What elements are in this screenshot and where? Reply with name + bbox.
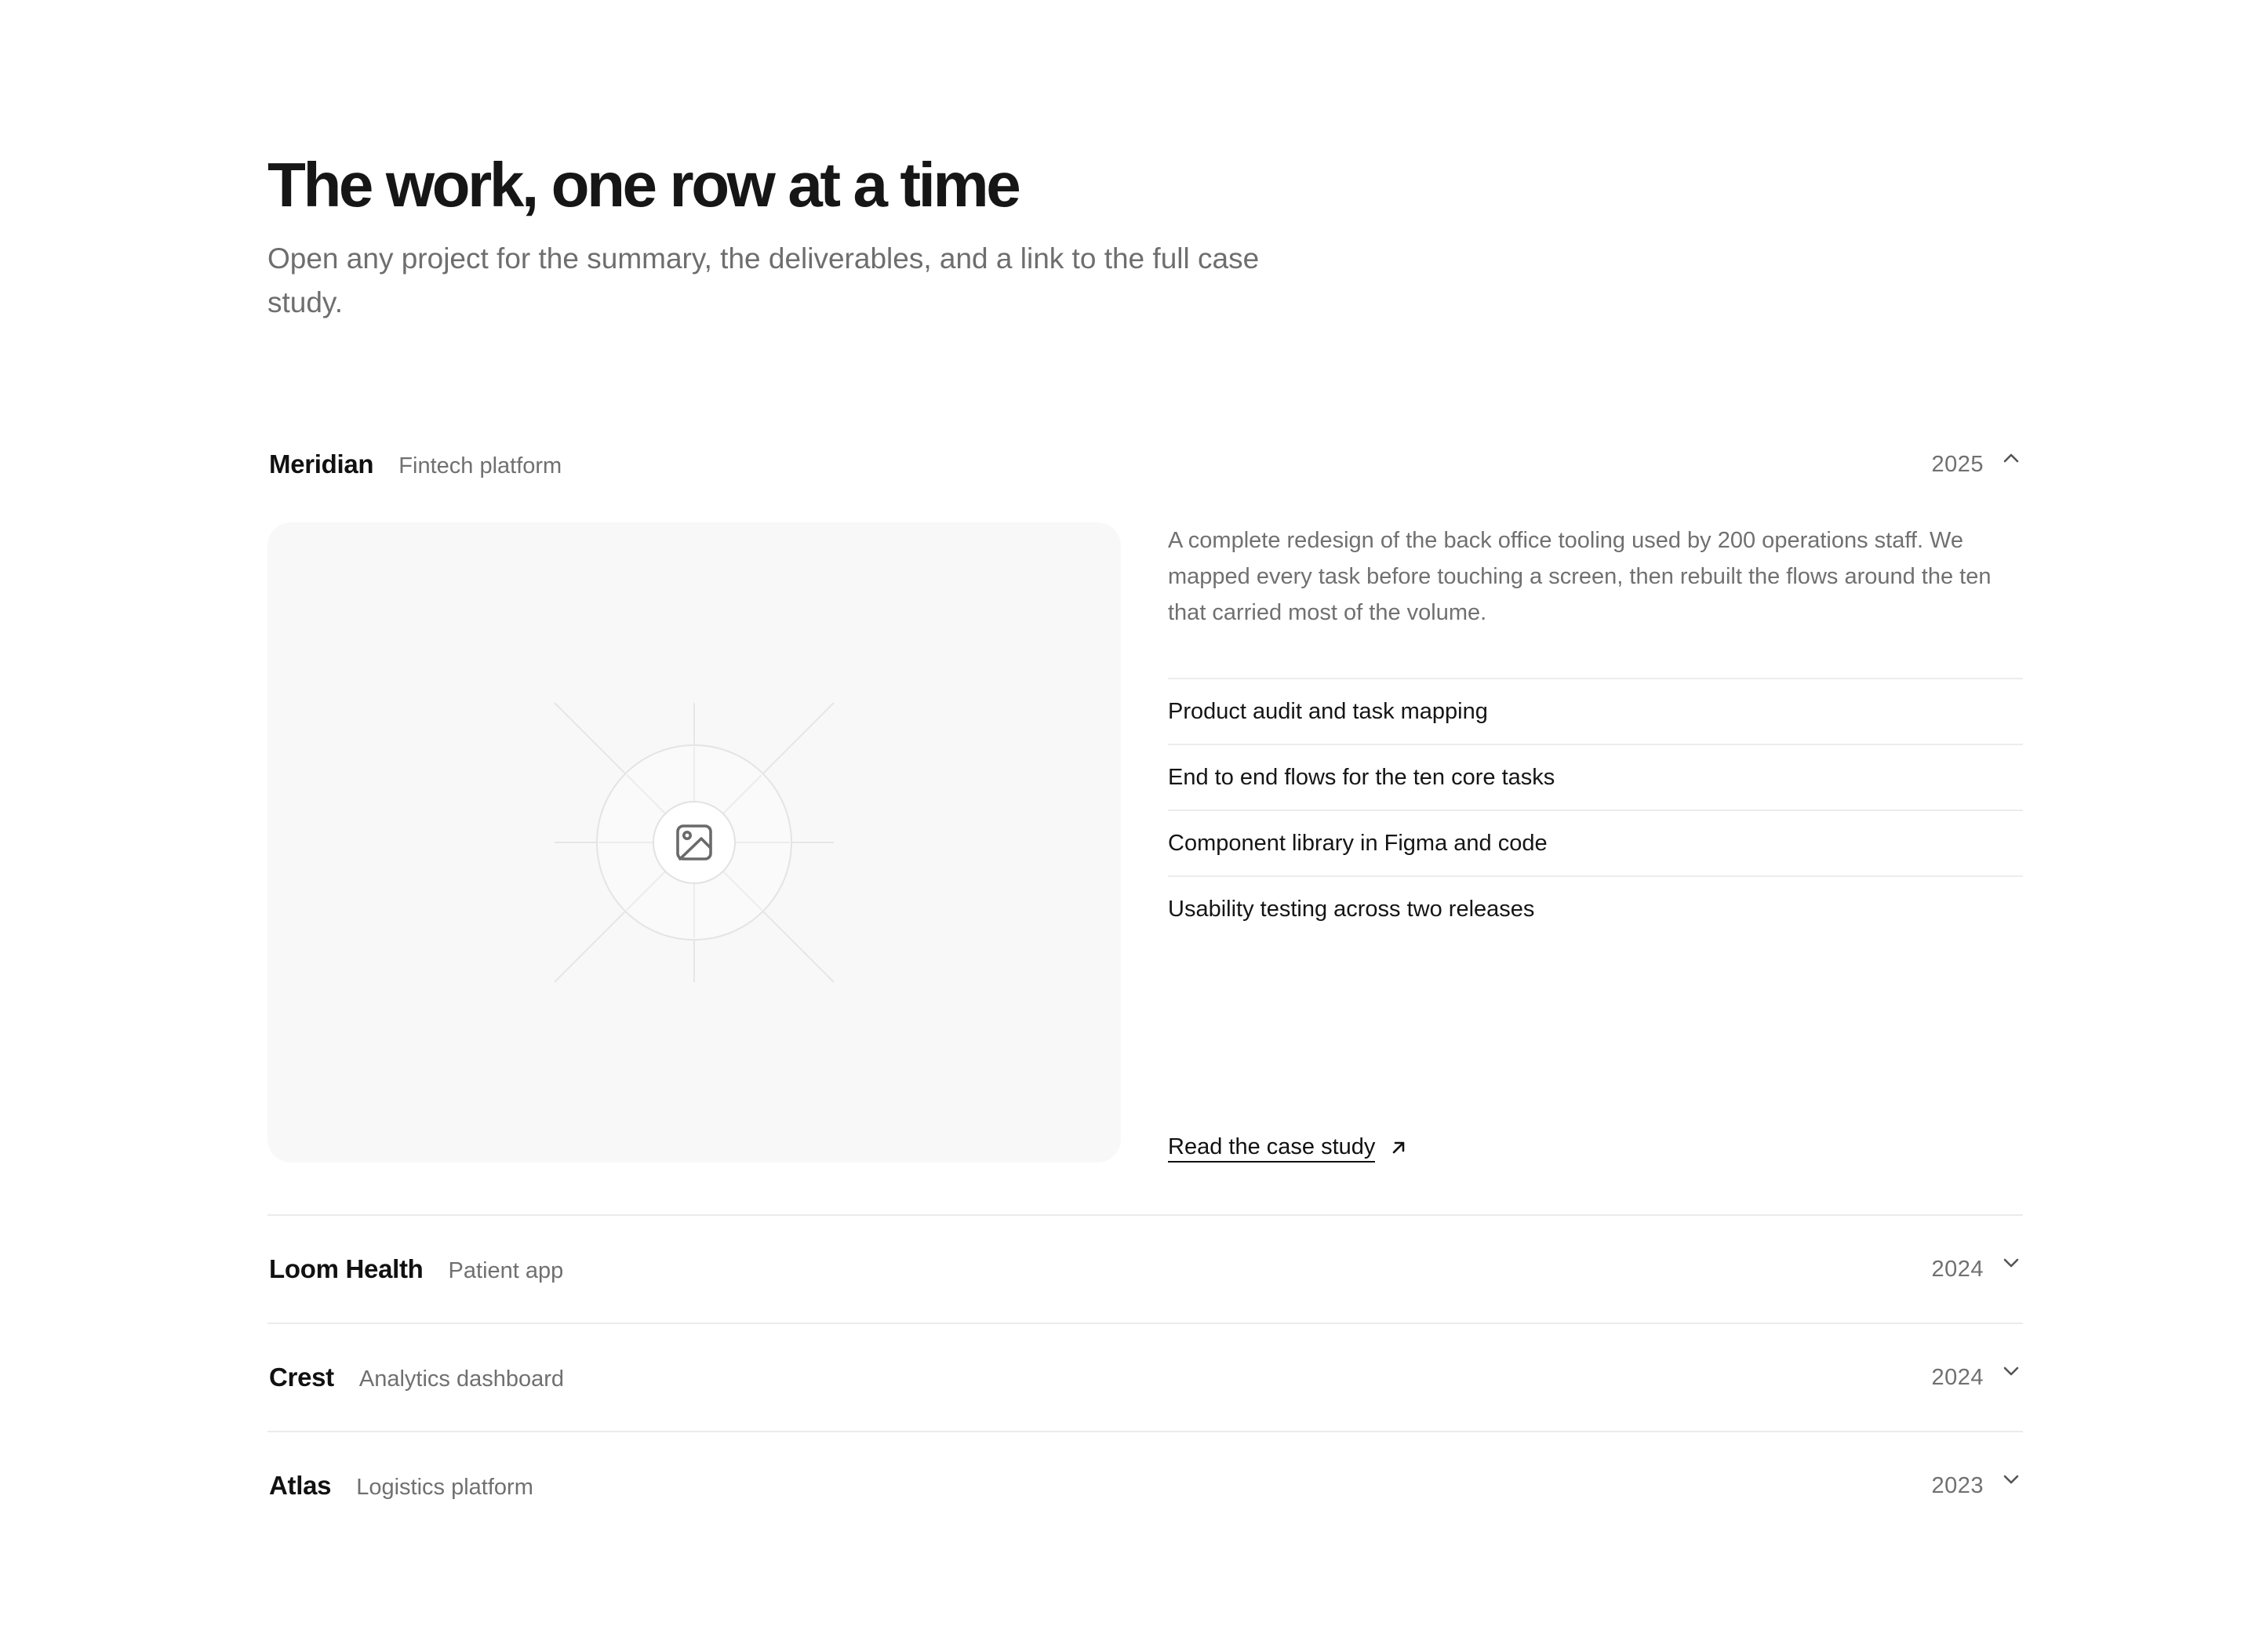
project-accordion: Meridian Fintech platform 2025 A complet… bbox=[267, 411, 2023, 1539]
project-row-loom-health: Loom Health Patient app 2024 bbox=[267, 1216, 2023, 1324]
project-details: A complete redesign of the back office t… bbox=[1168, 522, 2023, 1163]
project-year: 2025 bbox=[1931, 451, 1984, 477]
deliverable-item: End to end flows for the ten core tasks bbox=[1168, 744, 2023, 810]
project-row-left: Loom Health Patient app bbox=[267, 1254, 563, 1284]
page-title: The work, one row at a time bbox=[267, 150, 1021, 220]
project-name: Atlas bbox=[269, 1471, 332, 1500]
chevron-up-icon[interactable] bbox=[2001, 448, 2021, 468]
project-year: 2024 bbox=[1931, 1256, 1984, 1282]
project-image-placeholder bbox=[267, 522, 1121, 1163]
project-tag: Analytics dashboard bbox=[358, 1366, 565, 1392]
page: The work, one row at a time Open any pro… bbox=[267, 147, 2023, 1539]
project-row-right: 2024 bbox=[1931, 1257, 2023, 1283]
chevron-down-icon[interactable] bbox=[2001, 1469, 2021, 1490]
project-name: Loom Health bbox=[269, 1254, 424, 1283]
deliverable-item: Component library in Figma and code bbox=[1168, 810, 2023, 875]
image-placeholder-graphic bbox=[554, 702, 835, 983]
project-row-right: 2025 bbox=[1931, 452, 2023, 478]
project-row-crest: Crest Analytics dashboard 2024 bbox=[267, 1324, 2023, 1432]
project-row-left: Meridian Fintech platform bbox=[267, 449, 562, 479]
project-summary: A complete redesign of the back office t… bbox=[1168, 528, 1992, 625]
project-name: Meridian bbox=[269, 449, 374, 478]
project-row-header[interactable]: Meridian Fintech platform 2025 bbox=[267, 411, 2023, 518]
project-name: Crest bbox=[269, 1363, 334, 1392]
deliverable-item: Product audit and task mapping bbox=[1168, 678, 2023, 744]
project-row-header[interactable]: Crest Analytics dashboard 2024 bbox=[267, 1324, 2023, 1431]
chevron-down-icon[interactable] bbox=[2001, 1253, 2021, 1273]
project-row-right: 2024 bbox=[1931, 1365, 2023, 1391]
project-row-left: Crest Analytics dashboard bbox=[267, 1363, 564, 1392]
arrow-up-right-icon bbox=[1393, 1141, 1405, 1154]
project-tag: Fintech platform bbox=[398, 453, 562, 478]
chevron-down-icon[interactable] bbox=[2001, 1361, 2021, 1381]
page-subtitle: Open any project for the summary, the de… bbox=[267, 242, 1260, 318]
project-year: 2024 bbox=[1931, 1364, 1984, 1390]
project-details-top: A complete redesign of the back office t… bbox=[1168, 522, 2023, 941]
project-row-atlas: Atlas Logistics platform 2023 bbox=[267, 1432, 2023, 1539]
case-study-link-label: Read the case study bbox=[1168, 1133, 1376, 1163]
deliverables-list: Product audit and task mapping End to en… bbox=[1168, 678, 2023, 941]
read-case-study-link[interactable]: Read the case study bbox=[1168, 1133, 1408, 1163]
project-row-right: 2023 bbox=[1931, 1473, 2023, 1499]
project-tag: Logistics platform bbox=[356, 1475, 533, 1500]
project-tag: Patient app bbox=[448, 1258, 564, 1283]
project-row-meridian: Meridian Fintech platform 2025 A complet… bbox=[267, 411, 2023, 1216]
project-row-header[interactable]: Loom Health Patient app 2024 bbox=[267, 1216, 2023, 1323]
deliverable-item: Usability testing across two releases bbox=[1168, 875, 2023, 941]
project-panel: A complete redesign of the back office t… bbox=[267, 518, 2023, 1214]
project-year: 2023 bbox=[1931, 1472, 1984, 1498]
project-row-header[interactable]: Atlas Logistics platform 2023 bbox=[267, 1432, 2023, 1539]
project-row-left: Atlas Logistics platform bbox=[267, 1471, 533, 1501]
